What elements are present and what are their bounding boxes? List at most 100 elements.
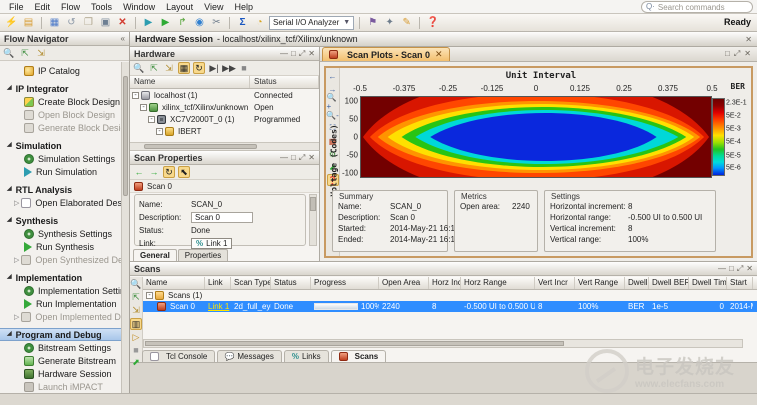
collapse-box-icon[interactable]: - [148,116,155,123]
col-progress[interactable]: Progress [311,277,379,289]
run-green-icon[interactable]: ▶ [158,16,173,30]
float-icon[interactable]: ⤢ [734,49,740,59]
flownav-item-hardware-session[interactable]: Hardware Session [0,367,122,380]
col-dwell[interactable]: Dwell [625,277,649,289]
menu-layout[interactable]: Layout [161,2,198,12]
scans-expand-icon[interactable]: ⇱ [130,292,142,303]
tab-scans[interactable]: Scans [331,350,387,362]
hw-collapse-icon[interactable]: ⇲ [163,62,175,74]
back-arrow-icon[interactable]: ← [133,166,145,178]
col-horz-range[interactable]: Horz Range [461,277,535,289]
menu-view[interactable]: View [199,2,228,12]
col-horz-incr[interactable]: Horz Incr [429,277,461,289]
flownav-item-generate-block-design[interactable]: Generate Block Design [0,121,122,134]
copy-icon[interactable]: ❐ [81,16,96,30]
tab-properties[interactable]: Properties [178,249,228,261]
float-icon[interactable]: ⤢ [299,153,305,163]
hw-col-status[interactable]: Status [250,76,319,88]
open-project-icon[interactable]: ▤ [21,16,36,30]
col-status[interactable]: Status [271,277,311,289]
flownav-section-synthesis[interactable]: ◢Synthesis [0,214,122,227]
hw-row-device[interactable]: -XC7V2000T_0 (1) Programmed [130,113,319,125]
hw-search-icon[interactable]: 🔍 [133,62,145,74]
col-vert-incr[interactable]: Vert Incr [535,277,575,289]
flownav-item-open-block-design[interactable]: Open Block Design [0,108,122,121]
tab-general[interactable]: General [133,249,177,261]
collapse-panel-icon[interactable]: « [121,34,125,43]
menu-edit[interactable]: Edit [30,2,56,12]
maximize-icon[interactable]: □ [291,49,296,58]
float-icon[interactable]: ⤢ [737,264,743,274]
scans-group-row[interactable]: - Scans (1) [143,290,757,301]
col-dwell-ber[interactable]: Dwell BER [649,277,689,289]
col-vert-range[interactable]: Vert Range [575,277,625,289]
flownav-item-generate-bitstream[interactable]: Generate Bitstream [0,354,122,367]
fn-expand-icon[interactable]: ⇱ [19,47,31,59]
close-icon[interactable]: ✕ [308,49,315,58]
wrench-icon[interactable]: ✂ [209,16,224,30]
flownav-item-create-block-design[interactable]: Create Block Design [0,95,122,108]
flownav-section-rtl-analysis[interactable]: ◢RTL Analysis [0,183,122,196]
clock-icon[interactable]: ◔ [252,16,267,30]
hw-autoconnect-icon[interactable]: ▦ [178,62,190,74]
search-input[interactable]: Q· Search commands [641,1,753,13]
col-start[interactable]: Start [727,277,753,289]
minimize-icon[interactable]: — [280,49,288,58]
minimize-icon[interactable]: — [718,264,726,273]
hw-col-name[interactable]: Name [130,76,250,88]
forward-arrow-icon[interactable]: → [148,166,160,178]
tab-scan-plots[interactable]: Scan Plots - Scan 0 ✕ [322,47,450,61]
flownav-item-synthesis-settings[interactable]: Synthesis Settings [0,227,122,240]
expander-icon[interactable]: ▷ [14,256,19,264]
expander-icon[interactable]: ▷ [14,199,19,207]
col-open-area[interactable]: Open Area [379,277,429,289]
fn-search-icon[interactable]: 🔍 [3,47,15,59]
flownav-item-implementation-settings[interactable]: Implementation Settings [0,284,122,297]
flow-navigator-scrollbar[interactable] [121,62,129,393]
hw-refresh-icon[interactable]: ↻ [193,62,205,74]
col-dwell-time[interactable]: Dwell Time [689,277,727,289]
scans-hscrollbar[interactable] [143,339,743,348]
scan-row-0[interactable]: Scan 0 Link 1 2d_full_eye Done 100% 2240… [143,301,757,312]
sp-refresh-icon[interactable]: ↻ [163,166,175,178]
eye-diagram-heatmap[interactable] [360,96,712,178]
collapse-box-icon[interactable]: - [156,128,163,135]
close-icon[interactable]: ✕ [746,264,753,273]
collapse-box-icon[interactable]: - [146,292,153,299]
help-icon[interactable]: ❓ [425,16,440,30]
run-teal-icon[interactable]: ▶ [141,16,156,30]
step-icon[interactable]: ↱ [175,16,190,30]
menu-tools[interactable]: Tools [86,2,117,12]
flownav-item-ip-catalog[interactable]: IP Catalog [0,64,122,77]
menu-file[interactable]: File [4,2,29,12]
menu-help[interactable]: Help [229,2,258,12]
flownav-item-open-elaborated-design[interactable]: ▷Open Elaborated Design [0,196,122,209]
scan-chip-row[interactable]: Scan 0 [130,180,319,193]
hw-row-ibert[interactable]: -IBERT [130,125,319,137]
close-tab-icon[interactable]: ✕ [435,49,443,60]
tab-links[interactable]: %Links [284,350,329,362]
flag-icon[interactable]: ⚑ [365,16,380,30]
col-link[interactable]: Link [205,277,231,289]
scans-search-icon[interactable]: 🔍 [130,279,142,290]
globe-icon[interactable]: ◉ [192,16,207,30]
hw-expand-icon[interactable]: ⇱ [148,62,160,74]
hardware-hscrollbar[interactable] [130,142,319,150]
minimize-icon[interactable]: — [280,153,288,162]
float-icon[interactable]: ⤢ [299,49,305,59]
flownav-item-bitstream-settings[interactable]: Bitstream Settings [0,341,122,354]
plot-back-icon[interactable]: ← [327,70,339,82]
flownav-section-ip-integrator[interactable]: ◢IP Integrator [0,82,122,95]
flownav-section-program-and-debug[interactable]: ◢Program and Debug [0,328,122,341]
hw-row-localhost[interactable]: -localhost (1) Connected [130,89,319,101]
maximize-icon[interactable]: □ [729,264,734,273]
hw-stop-icon[interactable]: ■ [238,62,250,74]
maximize-icon[interactable]: □ [725,49,730,59]
analyzer-dropdown[interactable]: Serial I/O Analyzer ▼ [269,16,354,30]
hw-runall-icon[interactable]: ▶▶ [223,62,235,74]
close-icon[interactable]: ✕ [308,153,315,162]
sp-select-icon[interactable]: ⬉ [178,166,190,178]
compass-icon[interactable]: ✦ [382,16,397,30]
scans-collapse-icon[interactable]: ⇲ [130,305,142,316]
description-input[interactable]: Scan 0 [191,212,253,223]
